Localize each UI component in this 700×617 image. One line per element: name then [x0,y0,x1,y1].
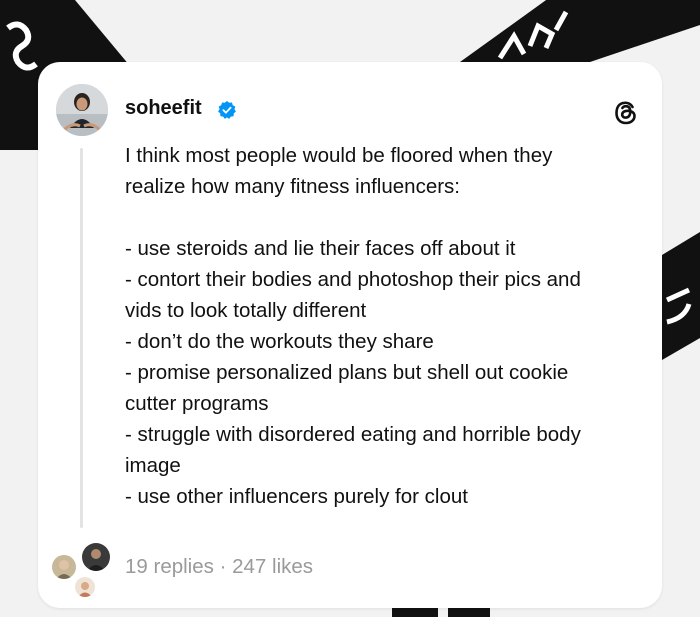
verified-badge-icon [218,101,236,119]
post-stats: 19 replies · 247 likes [125,555,313,579]
replies-count[interactable]: 19 replies [125,555,214,578]
avatar-photo [56,84,108,136]
bg-stripe-top-right [460,0,700,62]
bg-block-bottom-1 [392,608,438,617]
author-avatar[interactable] [56,84,108,136]
post-body-text: I think most people would be floored whe… [125,144,581,508]
reply-avatar-3 [73,575,97,599]
thread-connector-line [80,148,83,528]
author-username[interactable]: soheefit [125,97,202,120]
likes-count[interactable]: 247 likes [232,555,313,578]
reply-avatar-2 [80,541,112,573]
thread-post-card: soheefit I think most people would be fl… [38,62,662,608]
reply-avatar-1 [50,553,78,581]
threads-logo-icon[interactable] [611,98,641,128]
stats-separator: · [219,555,227,578]
bg-block-bottom-2 [448,608,490,617]
